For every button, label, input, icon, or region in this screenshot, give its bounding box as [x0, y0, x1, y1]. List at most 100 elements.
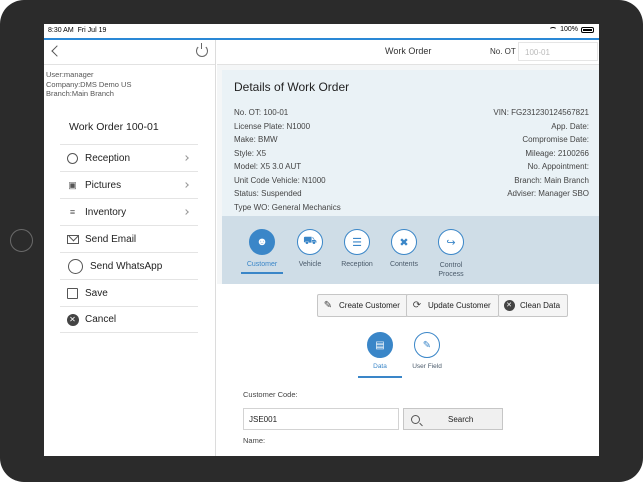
- camera-icon: ▣: [68, 179, 77, 190]
- detail-style: Style: X5: [234, 148, 267, 158]
- details-heading: Details of Work Order: [234, 80, 350, 94]
- detail-compromise-date: Compromise Date:: [522, 135, 589, 144]
- update-customer-label: Update Customer: [428, 301, 491, 310]
- chevron-right-icon: [183, 209, 189, 215]
- tab-label: Contents: [389, 261, 419, 268]
- detail-adviser: Adviser: Manager SBO: [507, 189, 589, 198]
- search-label: Search: [448, 414, 474, 424]
- battery-icon: [581, 26, 594, 33]
- detail-make: Make: BMW: [234, 135, 278, 144]
- tab-label: Control Process: [438, 262, 464, 278]
- detail-no-ot: No. OT: 100-01: [234, 108, 289, 117]
- top-bar: Work Order No. OT 100-01: [217, 40, 599, 65]
- sidebar-item-label: Pictures: [85, 179, 122, 191]
- status-time: 8:30 AM Fri Jul 19: [48, 27, 107, 34]
- sidebar-item-pictures[interactable]: ▣ Pictures: [60, 171, 198, 198]
- detail-license-plate: License Plate: N1000: [234, 121, 311, 131]
- refresh-icon: ⟳: [412, 300, 422, 311]
- sidebar-item-cancel[interactable]: ✕ Cancel: [60, 306, 198, 333]
- whatsapp-icon: [66, 258, 84, 274]
- detail-app-date: App. Date:: [551, 121, 589, 131]
- tab-label: Vehicle: [298, 261, 322, 268]
- create-customer-button[interactable]: ✎ Create Customer: [317, 294, 408, 317]
- name-label: Name:: [243, 436, 266, 445]
- sidebar-item-send-email[interactable]: Send Email: [60, 225, 198, 252]
- status-bar: 8:30 AM Fri Jul 19 100%: [44, 24, 599, 38]
- details-right: VIN: FG231230124567821 App. Date: Compro…: [493, 106, 589, 201]
- detail-type-wo: Type WO: General Mechanics: [234, 202, 341, 212]
- checklist-icon: ≡: [69, 207, 76, 217]
- sidebar-menu: Reception ▣ Pictures ≡ Inventory Send Em…: [60, 144, 198, 333]
- search-icon: [411, 414, 420, 424]
- section-tabs: ☻ Customer ⛟ Vehicle ☰ Reception ✖ Conte…: [222, 216, 599, 284]
- work-order-title: Work Order 100-01: [69, 120, 159, 133]
- branch-label: Branch:Main Branch: [46, 89, 114, 98]
- detail-model: Model: X5 3.0 AUT: [234, 162, 302, 171]
- sidebar-item-inventory[interactable]: ≡ Inventory: [60, 198, 198, 225]
- tab-control-process[interactable]: ↪ Control Process: [426, 229, 476, 279]
- active-tab-underline: [241, 272, 283, 274]
- clear-icon: ✕: [503, 300, 515, 312]
- subtab-label: Data: [373, 363, 387, 370]
- sidebar-item-reception[interactable]: Reception: [60, 144, 198, 171]
- no-ot-label: No. OT: [490, 47, 516, 56]
- tab-reception[interactable]: ☰ Reception: [332, 229, 382, 268]
- search-button[interactable]: Search: [403, 408, 503, 430]
- tab-label: Customer: [246, 261, 278, 268]
- user-field-icon: ✎: [414, 332, 440, 358]
- chevron-right-icon: [183, 182, 189, 188]
- sidebar-item-send-whatsapp[interactable]: Send WhatsApp: [60, 252, 198, 279]
- sidebar-item-label: Inventory: [85, 206, 127, 218]
- detail-status: Status: Suspended: [234, 189, 302, 198]
- screen: 8:30 AM Fri Jul 19 100% User:manager Com…: [44, 24, 599, 456]
- power-icon[interactable]: [196, 43, 208, 57]
- sidebar-item-label: Cancel: [85, 314, 117, 325]
- document-icon: ▤: [367, 332, 393, 358]
- subtab-data[interactable]: ▤ Data: [358, 332, 402, 378]
- detail-branch: Branch: Main Branch: [514, 175, 589, 185]
- chevron-right-icon: [183, 155, 189, 161]
- detail-unit-code: Unit Code Vehicle: N1000: [234, 175, 326, 185]
- person-icon: [66, 152, 79, 165]
- sidebar-item-save[interactable]: Save: [60, 279, 198, 306]
- sidebar-item-label: Reception: [85, 152, 131, 164]
- back-icon[interactable]: [51, 45, 63, 57]
- customer-icon: ☻: [249, 229, 275, 255]
- subtab-user-field[interactable]: ✎ User Field: [405, 332, 449, 370]
- detail-vin: VIN: FG231230124567821: [493, 108, 589, 117]
- control-icon: ↪: [438, 229, 464, 255]
- wifi-icon: [549, 26, 558, 33]
- active-subtab-underline: [358, 376, 402, 378]
- clipboard-icon: ☰: [344, 229, 370, 255]
- tab-customer[interactable]: ☻ Customer: [237, 229, 287, 274]
- sidebar-item-label: Save: [85, 287, 108, 299]
- battery-percent: 100%: [560, 26, 578, 33]
- sidebar-header: [44, 40, 215, 65]
- mail-icon: [66, 233, 79, 246]
- tab-contents[interactable]: ✖ Contents: [379, 229, 429, 268]
- subtab-label: User Field: [412, 363, 442, 370]
- create-customer-label: Create Customer: [339, 301, 400, 310]
- sidebar: User:manager Company:DMS Demo US Branch:…: [44, 40, 216, 456]
- detail-mileage: Mileage: 2100266: [525, 148, 589, 158]
- tablet-frame: 8:30 AM Fri Jul 19 100% User:manager Com…: [0, 0, 643, 482]
- details-left: No. OT: 100-01 License Plate: N1000 Make…: [234, 106, 341, 214]
- main-panel: Work Order No. OT 100-01 Details of Work…: [217, 40, 599, 456]
- customer-code-input[interactable]: JSE001: [243, 408, 399, 430]
- cancel-icon: ✕: [66, 313, 79, 326]
- tab-label: Reception: [341, 261, 373, 268]
- details-panel: Details of Work Order No. OT: 100-01 Lic…: [222, 70, 599, 216]
- update-customer-button[interactable]: ⟳ Update Customer: [406, 294, 499, 317]
- save-icon: [66, 287, 79, 300]
- customer-content: ✎ Create Customer ⟳ Update Customer ✕ Cl…: [217, 284, 599, 456]
- user-info: User:manager Company:DMS Demo US Branch:…: [44, 65, 215, 99]
- page-title: Work Order: [385, 46, 432, 56]
- clean-data-button[interactable]: ✕ Clean Data: [498, 294, 569, 317]
- tools-icon: ✖: [391, 229, 417, 255]
- clean-data-label: Clean Data: [520, 301, 561, 310]
- tab-vehicle[interactable]: ⛟ Vehicle: [285, 229, 335, 268]
- add-document-icon: ✎: [323, 300, 333, 311]
- customer-code-label: Customer Code:: [243, 390, 298, 399]
- home-button[interactable]: [10, 229, 33, 252]
- no-ot-field[interactable]: 100-01: [518, 42, 598, 61]
